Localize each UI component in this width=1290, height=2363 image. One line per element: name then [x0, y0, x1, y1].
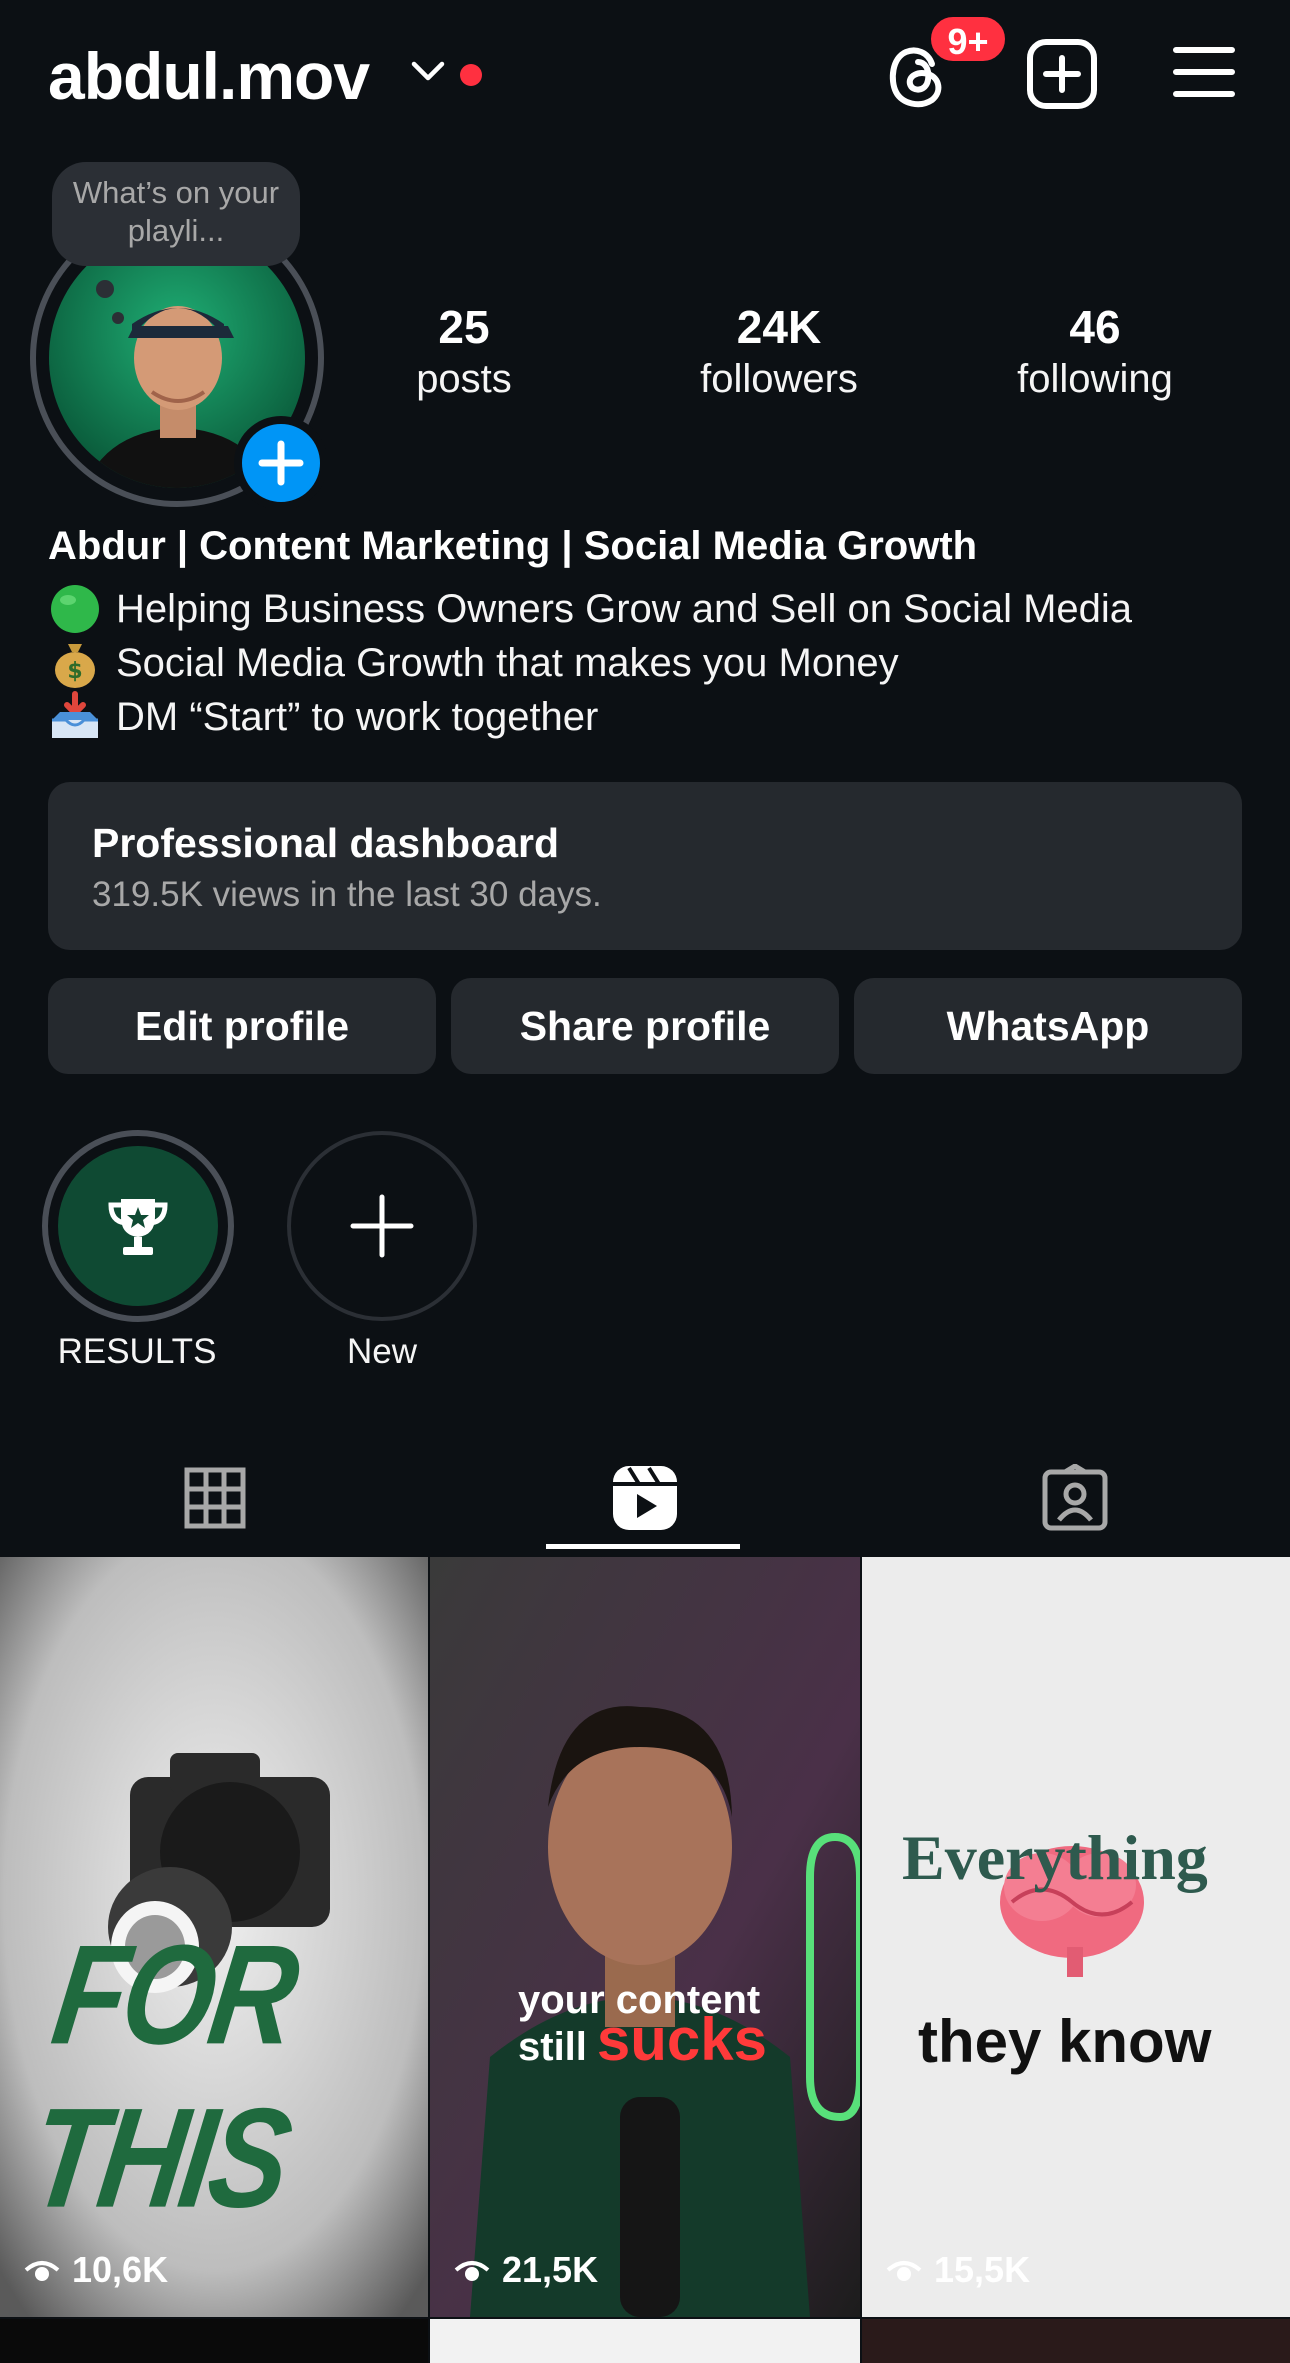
- play-views-icon: [454, 2261, 490, 2281]
- green-circle-emoji-icon: [51, 585, 99, 633]
- reel-view-count-text: 21,5K: [502, 2249, 599, 2290]
- reel-view-count-text: 15,5K: [934, 2249, 1031, 2290]
- add-story-button[interactable]: [234, 416, 328, 510]
- profile-username[interactable]: abdul.mov: [48, 38, 370, 114]
- reels-icon: [613, 1466, 677, 1530]
- reel-thumbnail[interactable]: FOR THIS 10,6K: [0, 1557, 428, 2317]
- dashboard-title: Professional dashboard: [92, 820, 560, 866]
- grid-icon: [184, 1467, 246, 1529]
- tagged-person-icon: [1042, 1464, 1108, 1531]
- reel-view-count: 21,5K: [454, 2249, 598, 2291]
- share-profile-button[interactable]: Share profile: [451, 978, 839, 1074]
- reel-thumbnail-partial[interactable]: [862, 2319, 1290, 2363]
- reel-view-count: 10,6K: [24, 2249, 168, 2291]
- tab-tagged[interactable]: [860, 1448, 1290, 1548]
- trophy-icon: [108, 1199, 168, 1255]
- reel-overlay-text: FOR THIS: [21, 1916, 304, 2238]
- tab-grid[interactable]: [0, 1448, 430, 1548]
- reel-overlay-line-row: still sucks: [518, 2006, 768, 2073]
- stat-following[interactable]: 46 following: [990, 300, 1200, 404]
- threads-notification-badge: 9+: [928, 14, 1008, 64]
- tab-reels[interactable]: [430, 1448, 860, 1548]
- hamburger-menu-icon[interactable]: [1172, 44, 1236, 100]
- bio-line: $ Social Media Growth that makes you Mon…: [48, 636, 899, 690]
- dashboard-subtitle: 319.5K views in the last 30 days.: [92, 875, 602, 914]
- reel-view-count-text: 10,6K: [72, 2249, 169, 2290]
- unread-dot: [460, 64, 482, 86]
- reel-overlay-line: still: [518, 2025, 587, 2069]
- plus-icon: [258, 440, 304, 486]
- stat-label: followers: [700, 357, 858, 401]
- create-post-icon[interactable]: [1026, 38, 1098, 110]
- stat-label: posts: [416, 357, 512, 401]
- chevron-down-icon[interactable]: [410, 56, 446, 86]
- money-bag-emoji-icon: $: [55, 644, 95, 688]
- reel-overlay-text: Everything: [902, 1822, 1208, 1893]
- play-views-icon: [24, 2261, 60, 2281]
- highlight-new[interactable]: New: [272, 1126, 492, 1376]
- reel-thumbnail-partial[interactable]: [0, 2319, 428, 2363]
- stat-value: 46: [1069, 301, 1121, 353]
- profile-note-bubble[interactable]: What’s on your playli...: [52, 162, 300, 266]
- reel-overlay-line: sucks: [596, 2006, 768, 2073]
- reel-cover-image: [862, 1557, 1290, 2317]
- reel-thumbnail[interactable]: your content still sucks 21,5K: [430, 1557, 860, 2317]
- reel-view-count: 15,5K: [886, 2249, 1030, 2291]
- reel-thumbnail[interactable]: Everything they know 15,5K: [862, 1557, 1290, 2317]
- stat-followers[interactable]: 24K followers: [660, 300, 898, 404]
- bio-text: Social Media Growth that makes you Money: [116, 640, 899, 685]
- highlight-label: New: [346, 1332, 418, 1371]
- bio-line: Helping Business Owners Grow and Sell on…: [48, 582, 1132, 636]
- reel-overlay-text: your content still sucks: [518, 1979, 768, 2073]
- stat-value: 24K: [736, 301, 822, 353]
- stat-value: 25: [438, 301, 490, 353]
- reel-cover-image: [430, 1557, 860, 2317]
- highlight-label: RESULTS: [57, 1332, 217, 1371]
- svg-text:$: $: [67, 659, 82, 684]
- plus-icon: [350, 1194, 414, 1258]
- bio-text: Helping Business Owners Grow and Sell on…: [116, 586, 1133, 631]
- reel-overlay-text: they know: [918, 2008, 1212, 2075]
- inbox-tray-emoji-icon: [52, 691, 98, 738]
- edit-profile-button[interactable]: Edit profile: [48, 978, 436, 1074]
- active-tab-indicator: [546, 1544, 740, 1549]
- reel-thumbnail-partial[interactable]: [430, 2319, 860, 2363]
- play-views-icon: [886, 2261, 922, 2281]
- note-bubble-tail: [112, 312, 124, 324]
- stat-label: following: [1017, 357, 1173, 401]
- profile-display-name: Abdur | Content Marketing | Social Media…: [48, 524, 978, 568]
- bio-line: DM “Start” to work together: [48, 690, 598, 744]
- note-bubble-tail: [96, 280, 114, 298]
- stat-posts[interactable]: 25 posts: [370, 300, 558, 404]
- highlight-results[interactable]: RESULTS: [28, 1126, 248, 1376]
- whatsapp-button[interactable]: WhatsApp: [854, 978, 1242, 1074]
- bio-text: DM “Start” to work together: [116, 694, 599, 739]
